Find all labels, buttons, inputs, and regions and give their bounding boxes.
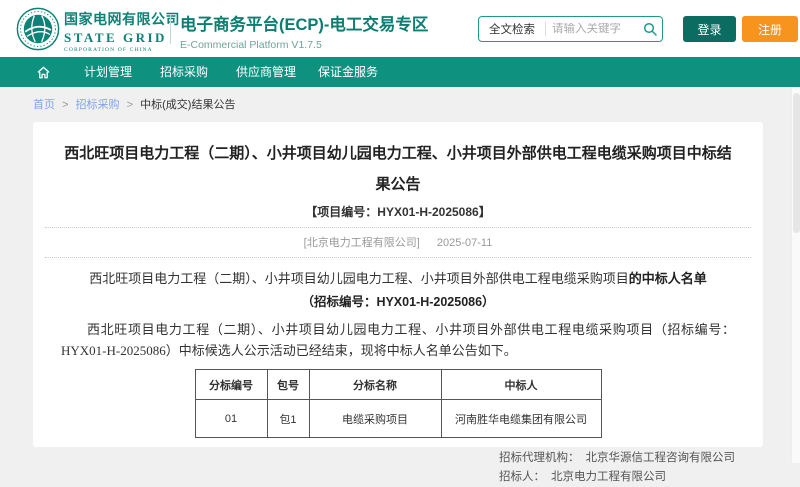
top-header: 国家电网有限公司 STATE GRID CORPORATION OF CHINA… [0,0,800,57]
nav-item-supplier-management[interactable]: 供应商管理 [236,57,296,87]
tenderer-line: 招标人： 北京电力工程有限公司 [499,468,735,487]
company-name-cn: 国家电网有限公司 [64,9,169,29]
project-number: 【项目编号：HYX01-H-2025086】 [33,203,763,220]
search-input[interactable] [546,23,638,35]
tender-number: （招标编号：HYX01-H-2025086） [33,291,763,310]
tenderer-value: 北京电力工程有限公司 [551,471,666,483]
breadcrumb-bidding[interactable]: 招标采购 [76,99,120,111]
col-header-package-no: 包号 [267,370,309,400]
winner-list-subtitle-main: 西北旺项目电力工程（二期）、小井项目幼儿园电力工程、小井项目外部供电工程电缆采购… [89,271,629,286]
publish-date: 2025-07-11 [437,237,492,249]
notice-footer: 招标代理机构： 北京华源信工程咨询有限公司 招标人： 北京电力工程有限公司 [499,449,735,487]
register-button[interactable]: 注册 [742,16,798,42]
breadcrumb-current: 中标(成交)结果公告 [140,99,235,111]
notice-title: 西北旺项目电力工程（二期）、小井项目幼儿园电力工程、小井项目外部供电工程电缆采购… [59,138,737,200]
cell-lot-no: 01 [195,400,267,438]
logo-text-block: 国家电网有限公司 STATE GRID CORPORATION OF CHINA [64,9,169,53]
winner-table: 分标编号 包号 分标名称 中标人 01 包1 电缆采购项目 河南胜华电缆集团有限… [195,369,602,438]
platform-subtitle: E-Commercial Platform V1.7.5 [180,39,428,51]
platform-title: 电子商务平台(ECP)-电工交易专区 [180,11,428,35]
tenderer-label: 招标人： [499,471,545,483]
state-grid-logo-icon [16,7,60,51]
scrollbar-track[interactable] [791,87,800,463]
search-scope-selector[interactable]: 全文检索 [479,21,545,37]
nav-item-bidding-procurement[interactable]: 招标采购 [160,57,208,87]
notice-card: 西北旺项目电力工程（二期）、小井项目幼儿园电力工程、小井项目外部供电工程电缆采购… [33,122,763,447]
nav-item-plan-management[interactable]: 计划管理 [84,57,132,87]
breadcrumb-separator: > [127,99,133,111]
col-header-lot-no: 分标编号 [195,370,267,400]
main-nav: 计划管理 招标采购 供应商管理 保证金服务 [0,57,800,87]
publish-meta: [北京电力工程有限公司] 2025-07-11 [33,234,763,250]
home-icon[interactable] [36,65,51,80]
company-name-en: STATE GRID [64,30,169,46]
winner-list-subtitle-bold: 的中标人名单 [629,271,707,286]
agency-label: 招标代理机构： [499,452,580,464]
cell-lot-name: 电缆采购项目 [309,400,441,438]
platform-title-block: 电子商务平台(ECP)-电工交易专区 E-Commercial Platform… [180,11,428,51]
dotted-divider [45,257,751,258]
header-divider [170,14,171,44]
nav-item-deposit-service[interactable]: 保证金服务 [318,57,378,87]
table-header-row: 分标编号 包号 分标名称 中标人 [195,370,601,400]
agency-value: 北京华源信工程咨询有限公司 [586,452,736,464]
search-box[interactable]: 全文检索 [478,16,663,42]
publisher: [北京电力工程有限公司] [304,237,420,249]
cell-package-no: 包1 [267,400,309,438]
breadcrumb-separator: > [62,99,68,111]
cell-winner: 河南胜华电缆集团有限公司 [441,400,601,438]
dotted-divider [45,227,751,228]
agency-line: 招标代理机构： 北京华源信工程咨询有限公司 [499,449,735,468]
login-button[interactable]: 登录 [683,16,736,42]
scrollbar-thumb[interactable] [793,93,800,233]
magnifier-icon[interactable] [638,22,662,36]
company-name-sub: CORPORATION OF CHINA [64,47,169,53]
notice-body: 西北旺项目电力工程（二期）、小井项目幼儿园电力工程、小井项目外部供电工程电缆采购… [61,319,735,361]
winner-list-subtitle: 西北旺项目电力工程（二期）、小井项目幼儿园电力工程、小井项目外部供电工程电缆采购… [33,269,763,289]
breadcrumb: 首页 > 招标采购 > 中标(成交)结果公告 [33,96,235,112]
table-row: 01 包1 电缆采购项目 河南胜华电缆集团有限公司 [195,400,601,438]
col-header-lot-name: 分标名称 [309,370,441,400]
breadcrumb-home[interactable]: 首页 [33,99,55,111]
col-header-winner: 中标人 [441,370,601,400]
